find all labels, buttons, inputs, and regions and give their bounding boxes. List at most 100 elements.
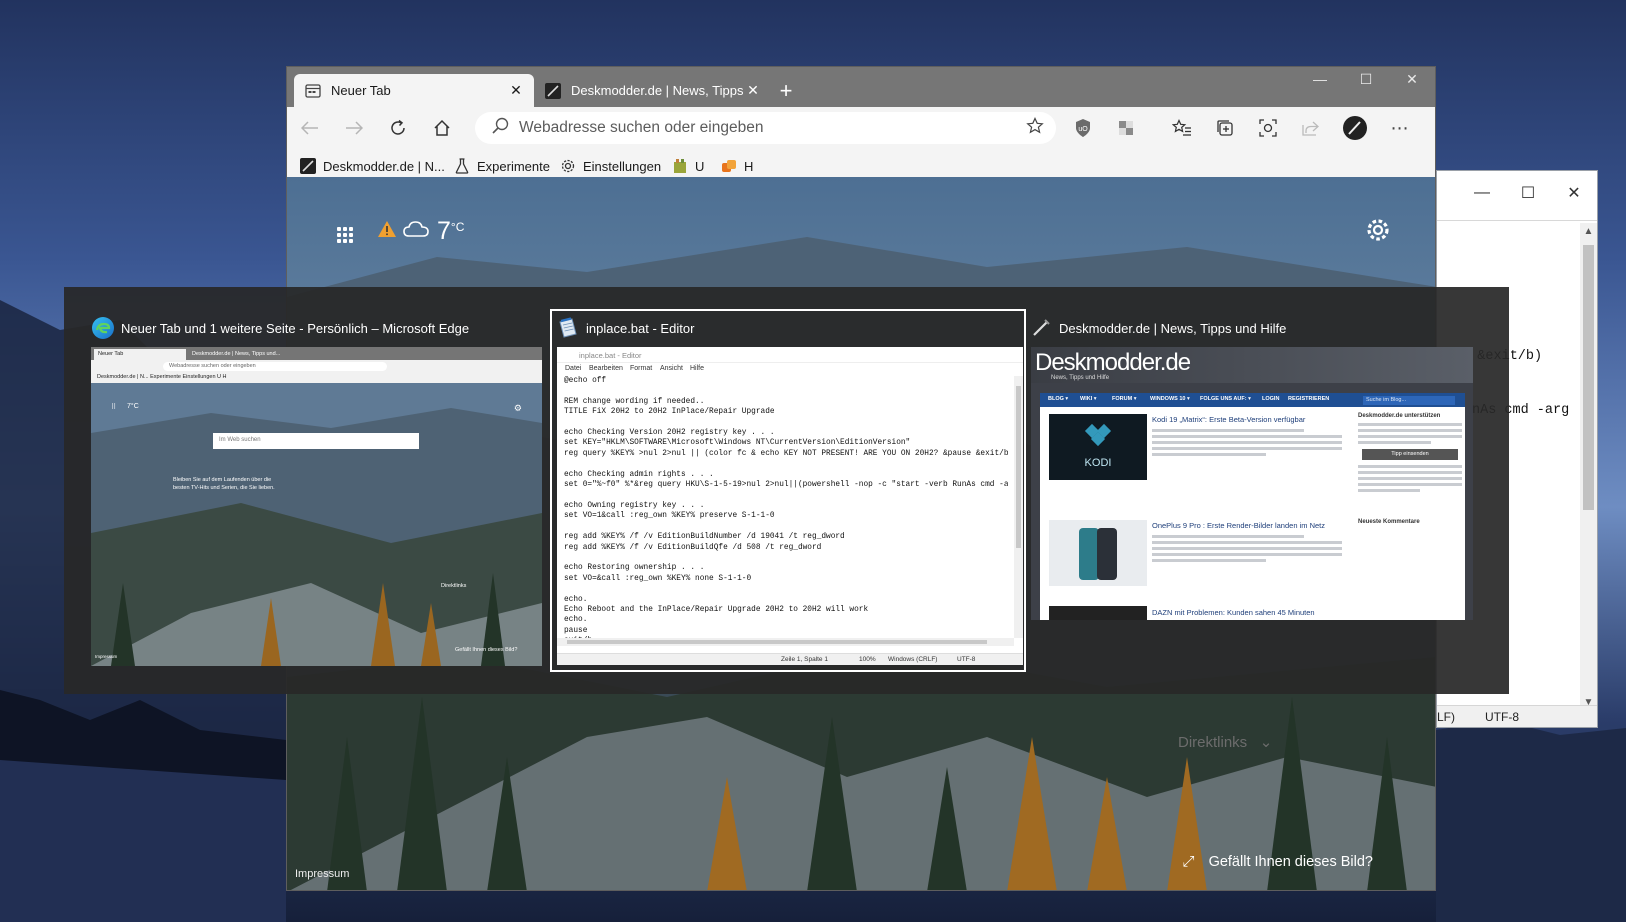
screenshot-icon[interactable] (1255, 115, 1281, 141)
thumb-nav-item: FORUM ▾ (1112, 396, 1137, 402)
svg-text:KODI: KODI (1085, 457, 1112, 469)
thumb-search: Suche im Blog... (1363, 396, 1455, 405)
favorite-u[interactable]: U (671, 157, 704, 175)
card-title: Deskmodder.de | News, Tipps und Hilfe (1059, 320, 1287, 336)
favorite-deskmodder[interactable]: Deskmodder.de | N... (299, 157, 445, 175)
thumb-scrollbar (1014, 376, 1023, 638)
weather-widget[interactable]: 7 °C (377, 217, 464, 246)
thumb-search-box: Im Web suchen (213, 433, 419, 449)
bookmark-app-icon (671, 157, 689, 175)
notepad-icon (556, 316, 580, 340)
cloud-icon (403, 220, 429, 243)
deskmodder-favicon (544, 82, 562, 100)
vertical-scrollbar[interactable]: ▲ ▼ (1580, 223, 1597, 711)
thumb-nav: BLOG ▾ WIKI ▾ FORUM ▾ WINDOWS 10 ▾ FOLGE… (1040, 393, 1465, 407)
direktlinks-toggle[interactable]: Direktlinks ⌄ (1178, 733, 1272, 751)
favorites-icon[interactable] (1169, 115, 1195, 141)
thumb-menu-item: Ansicht (660, 365, 683, 372)
favorite-einstellungen[interactable]: Einstellungen (559, 157, 661, 175)
home-icon[interactable] (429, 115, 455, 141)
search-icon (491, 117, 509, 140)
share-icon[interactable] (1298, 115, 1324, 141)
card-header: Neuer Tab und 1 weitere Seite - Persönli… (91, 311, 469, 345)
like-image-button[interactable]: ⤢ Gefällt Ihnen dieses Bild? (1183, 853, 1373, 870)
thumb-sidebar: Deskmodder.de unterstützen Tipp einsende… (1358, 413, 1462, 529)
thumb-hscrollbar (557, 638, 1014, 646)
profile-avatar[interactable] (1342, 115, 1368, 141)
new-tab-button[interactable]: + (771, 77, 801, 105)
thumb-menu-item: Datei (565, 365, 582, 372)
direktlinks-label: Direktlinks (1178, 734, 1248, 751)
like-image-label: Gefällt Ihnen dieses Bild? (1208, 853, 1373, 870)
favorite-h[interactable]: H (720, 157, 753, 175)
settings-gear-icon[interactable] (1365, 217, 1391, 243)
thumb-menu-item: Bearbeiten (589, 365, 623, 372)
extension-icon[interactable] (1113, 115, 1139, 141)
refresh-icon[interactable] (385, 115, 411, 141)
thumb-status-zoom: 100% (859, 656, 876, 663)
thumb-subtitle: News, Tipps und Hilfe (1051, 375, 1110, 381)
edge-thumbnail: Neuer Tab Deskmodder.de | News, Tipps un… (91, 347, 542, 666)
thumb-post-title: Kodi 19 „Matrix“: Erste Beta-Version ver… (1152, 415, 1306, 424)
favorite-label: Einstellungen (583, 158, 662, 174)
thumb-menu-item: Format (630, 365, 653, 372)
impressum-link[interactable]: Impressum (295, 868, 349, 880)
favorite-label: H (744, 158, 754, 174)
deskmodder-pen-icon (1029, 316, 1053, 340)
back-icon[interactable] (297, 115, 323, 141)
thumb-body: KODI Kodi 19 „Matrix“: Erste Beta-Versio… (1040, 407, 1465, 620)
maximize-button[interactable]: ☐ (1505, 171, 1551, 215)
thumb-tip-text: besten TV-Hits und Serien, die Sie liebe… (173, 485, 275, 491)
maximize-button[interactable]: ☐ (1343, 67, 1389, 91)
close-tab-icon[interactable]: ✕ (745, 82, 761, 99)
scroll-up-icon[interactable]: ▲ (1580, 223, 1597, 240)
collections-icon[interactable] (1212, 115, 1238, 141)
minimize-button[interactable]: — (1459, 171, 1505, 215)
thumb-status-eol: Windows (CRLF) (888, 656, 938, 663)
thumb-code: @echo off REM change wording if needed..… (564, 377, 1008, 643)
close-button[interactable]: ✕ (1551, 171, 1597, 215)
forward-icon[interactable] (341, 115, 367, 141)
close-tab-icon[interactable]: ✕ (508, 82, 524, 99)
favorite-label: U (695, 158, 705, 174)
thumb-nav-item: REGISTRIEREN (1288, 396, 1330, 402)
thumb-gear-icon: ⚙ (513, 403, 522, 413)
ublock-extension-icon[interactable]: uO (1070, 115, 1096, 141)
thumb-tip-text: Bleiben Sie auf dem Laufenden über die (173, 477, 272, 483)
thumb-impressum: Impressum (95, 654, 118, 659)
thumb-nav-item: FOLGE UNS AUF: ▾ (1200, 396, 1251, 402)
svg-text:uO: uO (1078, 126, 1088, 133)
thumb-nav-item: LOGIN (1262, 396, 1280, 402)
tab-label: Neuer Tab (331, 83, 391, 98)
close-window-button[interactable]: ✕ (1389, 67, 1435, 91)
tab-strip: Neuer Tab ✕ Deskmodder.de | News, Tipps … (287, 67, 1435, 107)
favorite-experimente[interactable]: Experimente (453, 157, 550, 175)
thumb-nav-item: BLOG ▾ (1048, 396, 1069, 402)
status-eol: LF) (1437, 710, 1455, 724)
address-bar[interactable]: Webadresse suchen oder eingeben (475, 112, 1056, 144)
card-title: Neuer Tab und 1 weitere Seite - Persönli… (121, 320, 470, 336)
favorite-star-icon[interactable] (1026, 116, 1044, 140)
thumb-title: inplace.bat - Editor (557, 347, 1023, 363)
more-menu-icon[interactable]: ⋯ (1387, 115, 1413, 141)
thumb-favorites: Deskmodder.de | N... Experimente Einstel… (97, 374, 227, 380)
thumb-sidebar-button: Tipp einsenden (1362, 449, 1458, 460)
toolbar: Webadresse suchen oder eingeben uO ⋯ (287, 107, 1435, 149)
new-tab-page-icon (304, 82, 322, 100)
gear-icon (559, 157, 577, 175)
dazn-thumbnail-image (1049, 606, 1147, 620)
notepad-thumbnail: inplace.bat - Editor Datei Bearbeiten Fo… (557, 347, 1023, 665)
minimize-button[interactable]: — (1297, 67, 1343, 91)
tab-neuer-tab[interactable]: Neuer Tab ✕ (294, 74, 534, 107)
tab-deskmodder[interactable]: Deskmodder.de | News, Tipps und Hilfe ✕ (534, 74, 771, 107)
flask-icon (453, 157, 471, 175)
thumb-nav-item: WINDOWS 10 ▾ (1150, 396, 1190, 402)
thumb-status-pos: Zeile 1, Spalte 1 (781, 656, 828, 663)
favorite-label: Experimente (477, 158, 550, 174)
status-bar: LF) UTF-8 (1437, 705, 1597, 727)
card-header: Deskmodder.de | News, Tipps und Hilfe (1029, 311, 1286, 345)
thumb-temperature: 7°C (127, 403, 139, 410)
address-placeholder: Webadresse suchen oder eingeben (519, 119, 764, 136)
apps-launcher-icon[interactable] (337, 227, 353, 243)
thumb-sidebar-heading: Neueste Kommentare (1358, 519, 1420, 525)
